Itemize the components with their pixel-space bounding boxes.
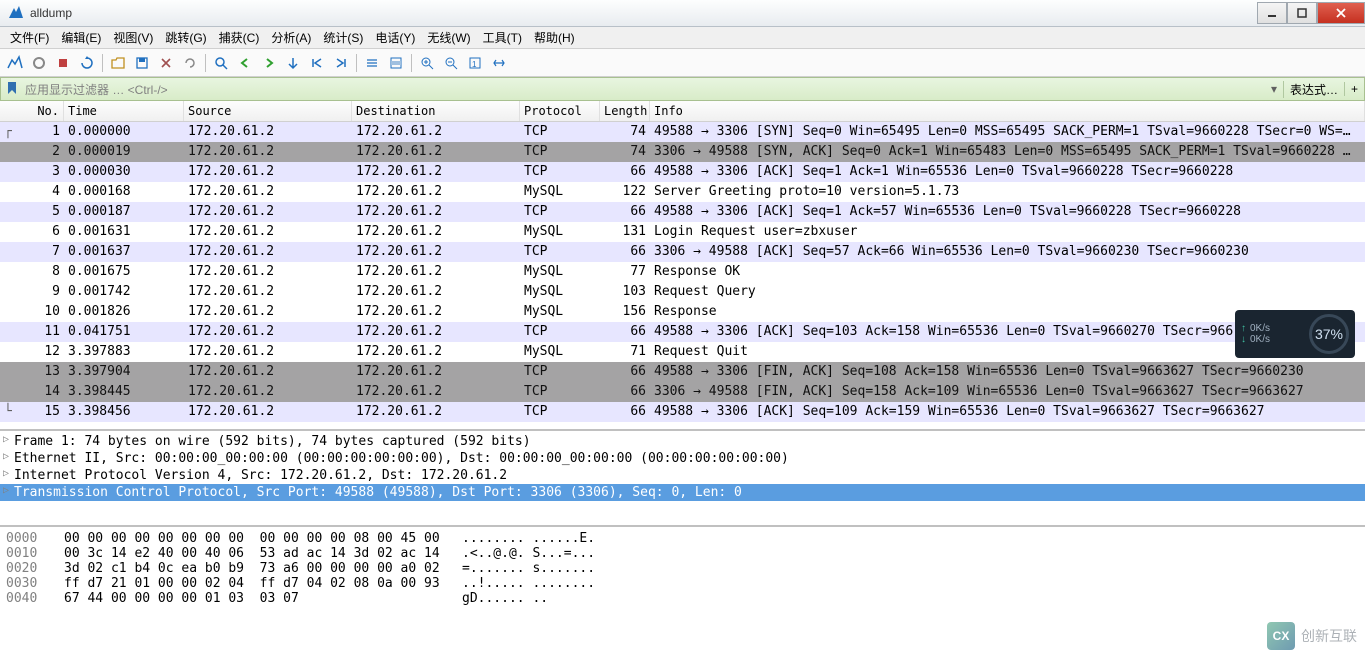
menu-item[interactable]: 分析(A): [265, 27, 317, 48]
jump-icon[interactable]: [282, 52, 304, 74]
go-last-icon[interactable]: [330, 52, 352, 74]
menu-item[interactable]: 跳转(G): [159, 27, 212, 48]
resize-columns-icon[interactable]: [488, 52, 510, 74]
menu-item[interactable]: 编辑(E): [55, 27, 107, 48]
bookmark-icon[interactable]: [5, 81, 21, 97]
packet-row[interactable]: 123.397883172.20.61.2172.20.61.2MySQL71R…: [0, 342, 1365, 362]
hex-row[interactable]: 004067 44 00 00 00 00 01 03 03 07gD.....…: [6, 591, 1359, 606]
window-controls: [1257, 2, 1365, 24]
reload-file-icon[interactable]: [179, 52, 201, 74]
app-icon: [8, 5, 24, 21]
colorize-icon[interactable]: [385, 52, 407, 74]
col-no[interactable]: No.: [0, 101, 64, 121]
go-back-icon[interactable]: [234, 52, 256, 74]
packet-row[interactable]: 90.001742172.20.61.2172.20.61.2MySQL103R…: [0, 282, 1365, 302]
go-forward-icon[interactable]: [258, 52, 280, 74]
packet-row[interactable]: 20.000019172.20.61.2172.20.61.2TCP743306…: [0, 142, 1365, 162]
menu-item[interactable]: 文件(F): [4, 27, 55, 48]
find-icon[interactable]: [210, 52, 232, 74]
packet-row[interactable]: 50.000187172.20.61.2172.20.61.2TCP664958…: [0, 202, 1365, 222]
upload-rate: 0K/s: [1250, 323, 1270, 334]
menu-item[interactable]: 电话(Y): [369, 27, 421, 48]
packet-list-header: No. Time Source Destination Protocol Len…: [0, 101, 1365, 122]
menu-item[interactable]: 捕获(C): [213, 27, 266, 48]
expression-button[interactable]: 表达式…: [1283, 81, 1344, 98]
go-first-icon[interactable]: [306, 52, 328, 74]
watermark-text: 创新互联: [1301, 626, 1357, 646]
start-capture-icon[interactable]: [4, 52, 26, 74]
menu-item[interactable]: 视图(V): [107, 27, 159, 48]
autoscroll-icon[interactable]: [361, 52, 383, 74]
cpu-percent-gauge: 37%: [1309, 314, 1349, 354]
watermark: CX 创新互联: [1267, 622, 1357, 650]
refresh-icon[interactable]: [76, 52, 98, 74]
col-time[interactable]: Time: [64, 101, 184, 121]
detail-tree-item[interactable]: ▷Ethernet II, Src: 00:00:00_00:00:00 (00…: [0, 450, 1365, 467]
hex-row[interactable]: 0030ff d7 21 01 00 00 02 04 ff d7 04 02 …: [6, 576, 1359, 591]
watermark-logo-icon: CX: [1267, 622, 1295, 650]
packet-row[interactable]: 100.001826172.20.61.2172.20.61.2MySQL156…: [0, 302, 1365, 322]
download-rate: 0K/s: [1250, 334, 1270, 345]
close-button[interactable]: [1317, 2, 1365, 24]
packet-row[interactable]: └153.398456172.20.61.2172.20.61.2TCP6649…: [0, 402, 1365, 422]
stop-capture-icon[interactable]: [28, 52, 50, 74]
menu-item[interactable]: 统计(S): [317, 27, 369, 48]
packet-row[interactable]: 60.001631172.20.61.2172.20.61.2MySQL131L…: [0, 222, 1365, 242]
packet-row[interactable]: 143.398445172.20.61.2172.20.61.2TCP66330…: [0, 382, 1365, 402]
detail-tree-item[interactable]: ▷Frame 1: 74 bytes on wire (592 bits), 7…: [0, 433, 1365, 450]
window-title: alldump: [30, 6, 1257, 20]
network-speed-overlay: ↑ 0K/s ↓ 0K/s 37%: [1235, 310, 1355, 358]
open-file-icon[interactable]: [107, 52, 129, 74]
menu-item[interactable]: 无线(W): [421, 27, 476, 48]
close-file-icon[interactable]: [155, 52, 177, 74]
upload-arrow-icon: ↑: [1241, 323, 1246, 334]
packet-row[interactable]: ┌10.000000172.20.61.2172.20.61.2TCP74495…: [0, 122, 1365, 142]
packet-details[interactable]: ▷Frame 1: 74 bytes on wire (592 bits), 7…: [0, 431, 1365, 527]
title-bar: alldump: [0, 0, 1365, 27]
minimize-button[interactable]: [1257, 2, 1287, 24]
packet-list[interactable]: No. Time Source Destination Protocol Len…: [0, 101, 1365, 431]
svg-text:1: 1: [472, 60, 477, 69]
packet-bytes[interactable]: 000000 00 00 00 00 00 00 00 00 00 00 00 …: [0, 527, 1365, 651]
detail-tree-item[interactable]: ▷Internet Protocol Version 4, Src: 172.2…: [0, 467, 1365, 484]
col-length[interactable]: Length: [600, 101, 650, 121]
packet-row[interactable]: 133.397904172.20.61.2172.20.61.2TCP66495…: [0, 362, 1365, 382]
maximize-button[interactable]: [1287, 2, 1317, 24]
zoom-reset-icon[interactable]: 1: [464, 52, 486, 74]
detail-tree-item[interactable]: ▷Transmission Control Protocol, Src Port…: [0, 484, 1365, 501]
col-protocol[interactable]: Protocol: [520, 101, 600, 121]
hex-row[interactable]: 00203d 02 c1 b4 0c ea b0 b9 73 a6 00 00 …: [6, 561, 1359, 576]
col-source[interactable]: Source: [184, 101, 352, 121]
hex-row[interactable]: 001000 3c 14 e2 40 00 40 06 53 ad ac 14 …: [6, 546, 1359, 561]
col-info[interactable]: Info: [650, 101, 1365, 121]
save-file-icon[interactable]: [131, 52, 153, 74]
packet-row[interactable]: 70.001637172.20.61.2172.20.61.2TCP663306…: [0, 242, 1365, 262]
filter-dropdown-icon[interactable]: ▾: [1265, 82, 1283, 96]
packet-row[interactable]: 40.000168172.20.61.2172.20.61.2MySQL122S…: [0, 182, 1365, 202]
toolbar: 1: [0, 49, 1365, 77]
restart-capture-icon[interactable]: [52, 52, 74, 74]
zoom-in-icon[interactable]: [416, 52, 438, 74]
packet-row[interactable]: 30.000030172.20.61.2172.20.61.2TCP664958…: [0, 162, 1365, 182]
menu-item[interactable]: 工具(T): [477, 27, 528, 48]
hex-row[interactable]: 000000 00 00 00 00 00 00 00 00 00 00 00 …: [6, 531, 1359, 546]
display-filter-input[interactable]: 应用显示过滤器 … <Ctrl-/>: [25, 81, 1265, 98]
packet-row[interactable]: 80.001675172.20.61.2172.20.61.2MySQL77Re…: [0, 262, 1365, 282]
zoom-out-icon[interactable]: [440, 52, 462, 74]
menu-item[interactable]: 帮助(H): [528, 27, 581, 48]
col-destination[interactable]: Destination: [352, 101, 520, 121]
packet-row[interactable]: 110.041751172.20.61.2172.20.61.2TCP66495…: [0, 322, 1365, 342]
menu-bar: 文件(F)编辑(E)视图(V)跳转(G)捕获(C)分析(A)统计(S)电话(Y)…: [0, 27, 1365, 49]
display-filter-bar: 应用显示过滤器 … <Ctrl-/> ▾ 表达式… +: [0, 77, 1365, 101]
download-arrow-icon: ↓: [1241, 334, 1246, 345]
add-filter-button[interactable]: +: [1344, 82, 1364, 96]
